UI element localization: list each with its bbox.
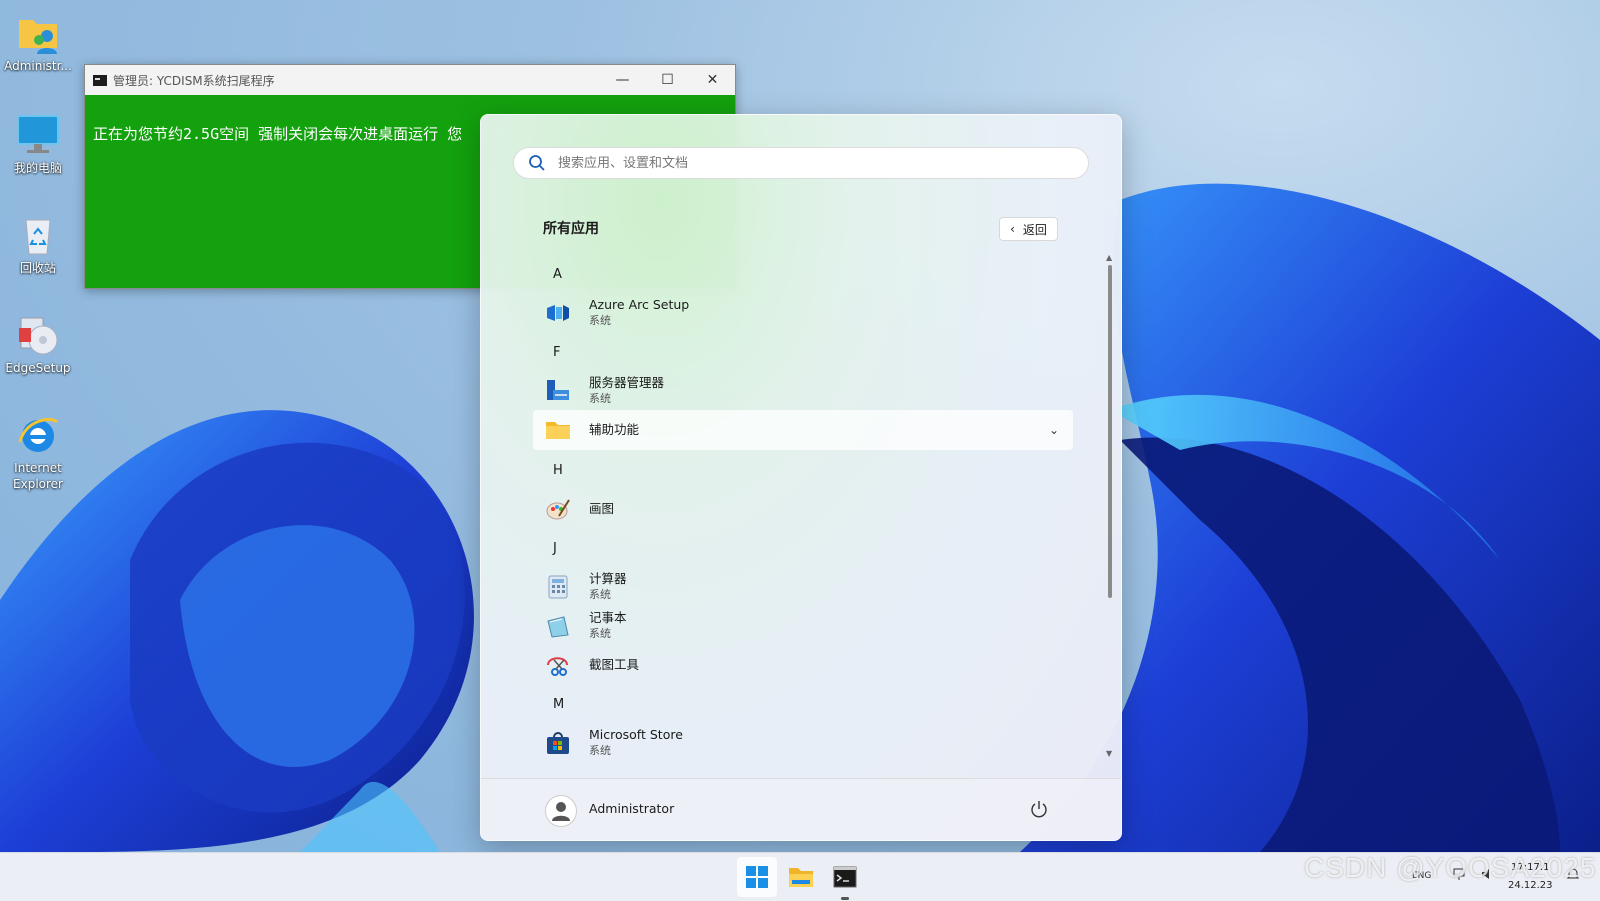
app-name: 服务器管理器 (589, 375, 665, 390)
console-title: 管理员: YCDISM系统扫尾程序 (113, 73, 275, 88)
scroll-down-arrow[interactable]: ▼ (1106, 749, 1112, 758)
paint-icon (546, 499, 570, 520)
command-prompt-button[interactable] (825, 857, 865, 897)
azure-arc-icon (547, 305, 569, 321)
app-snipping-tool[interactable]: 截图工具 (533, 645, 1073, 685)
cmd-icon (93, 74, 107, 86)
internet-explorer-icon (15, 412, 61, 458)
app-subtitle: 系统 (589, 588, 611, 601)
user-folder-icon (15, 10, 61, 56)
start-menu-footer: Administrator (481, 778, 1121, 840)
desktop-icon-administrator[interactable]: Administr... (4, 10, 72, 74)
file-explorer-icon (789, 868, 813, 887)
app-name: 截图工具 (589, 657, 640, 672)
app-name: 辅助功能 (589, 422, 640, 437)
close-button[interactable]: ✕ (690, 65, 735, 95)
letter-header-j[interactable]: J (553, 541, 557, 556)
minimize-button[interactable]: — (600, 65, 645, 95)
app-name: Azure Arc Setup (589, 297, 690, 312)
start-menu: 所有应用 ‹ 返回 A Azure Arc Setup 系统 F 服务器管理器 … (480, 114, 1122, 841)
app-subtitle: 系统 (589, 314, 611, 327)
desktop-icon-label: Administr... (4, 59, 72, 73)
maximize-button[interactable]: ☐ (645, 65, 690, 95)
app-name: 计算器 (589, 571, 627, 586)
cmd-icon (833, 866, 857, 888)
back-button[interactable]: ‹ 返回 (999, 217, 1058, 241)
app-paint[interactable]: 画图 (533, 489, 1073, 529)
app-notepad[interactable]: 记事本 系统 (533, 606, 1073, 646)
app-azure-arc-setup[interactable]: Azure Arc Setup 系统 (533, 293, 1073, 333)
start-button[interactable] (737, 857, 777, 897)
chevron-down-icon[interactable]: ⌄ (1049, 423, 1059, 437)
app-subtitle: 系统 (589, 392, 611, 405)
desktop: Administr... 我的电脑 回收站 EdgeSetup Internet… (0, 0, 1600, 852)
desktop-icon-label: 回收站 (19, 261, 56, 275)
user-avatar[interactable] (545, 795, 577, 827)
watermark: CSDN @YOOSA2025 (1304, 852, 1597, 883)
search-input[interactable] (556, 154, 1060, 172)
app-folder-accessibility[interactable]: 辅助功能 ⌄ (533, 410, 1073, 450)
letter-header-h[interactable]: H (553, 463, 563, 478)
store-icon (547, 732, 569, 754)
app-name: 画图 (589, 501, 615, 516)
letter-header-f[interactable]: F (553, 345, 560, 360)
app-list: A Azure Arc Setup 系统 F 服务器管理器 系统 辅助功能 ⌄ … (533, 253, 1073, 840)
scroll-up-arrow[interactable]: ▲ (1106, 253, 1112, 262)
calculator-icon (548, 575, 568, 599)
search-icon (529, 155, 545, 171)
recycle-bin-icon (15, 212, 61, 258)
power-icon[interactable] (1029, 799, 1049, 819)
desktop-icon-internet-explorer[interactable]: Internet Explorer (4, 412, 72, 492)
back-label: 返回 (1022, 222, 1047, 237)
search-box[interactable] (513, 147, 1089, 179)
desktop-icon-label: 我的电脑 (13, 161, 62, 175)
server-manager-icon (547, 380, 569, 400)
app-name: Microsoft Store (589, 727, 683, 742)
all-apps-title: 所有应用 (543, 221, 599, 237)
folder-icon (546, 422, 570, 439)
chevron-left-icon: ‹ (1010, 222, 1015, 236)
desktop-icon-recycle-bin[interactable]: 回收站 (4, 212, 72, 276)
file-explorer-button[interactable] (781, 857, 821, 897)
app-subtitle: 系统 (589, 744, 611, 757)
user-name[interactable]: Administrator (589, 801, 674, 816)
app-list-scrollbar[interactable]: ▲ ▼ (1106, 253, 1114, 759)
console-titlebar[interactable]: 管理员: YCDISM系统扫尾程序 — ☐ ✕ (85, 65, 735, 95)
start-icon (746, 866, 768, 888)
app-server-manager[interactable]: 服务器管理器 系统 (533, 371, 1073, 411)
desktop-icon-label: Internet Explorer (13, 461, 63, 491)
user-icon (552, 802, 570, 821)
app-subtitle: 系统 (589, 627, 611, 640)
setup-icon (15, 312, 61, 358)
computer-icon (15, 112, 61, 158)
desktop-icon-label: EdgeSetup (5, 361, 71, 375)
desktop-icon-my-computer[interactable]: 我的电脑 (4, 112, 72, 176)
app-calculator[interactable]: 计算器 系统 (533, 567, 1073, 607)
app-name: 记事本 (589, 610, 627, 625)
notepad-icon (547, 616, 569, 638)
letter-header-m[interactable]: M (553, 697, 564, 712)
snipping-tool-icon (547, 657, 568, 676)
app-microsoft-store[interactable]: Microsoft Store 系统 (533, 723, 1073, 763)
desktop-icon-edgesetup[interactable]: EdgeSetup (4, 312, 72, 376)
scroll-thumb[interactable] (1108, 265, 1112, 598)
letter-header-a[interactable]: A (553, 267, 562, 282)
